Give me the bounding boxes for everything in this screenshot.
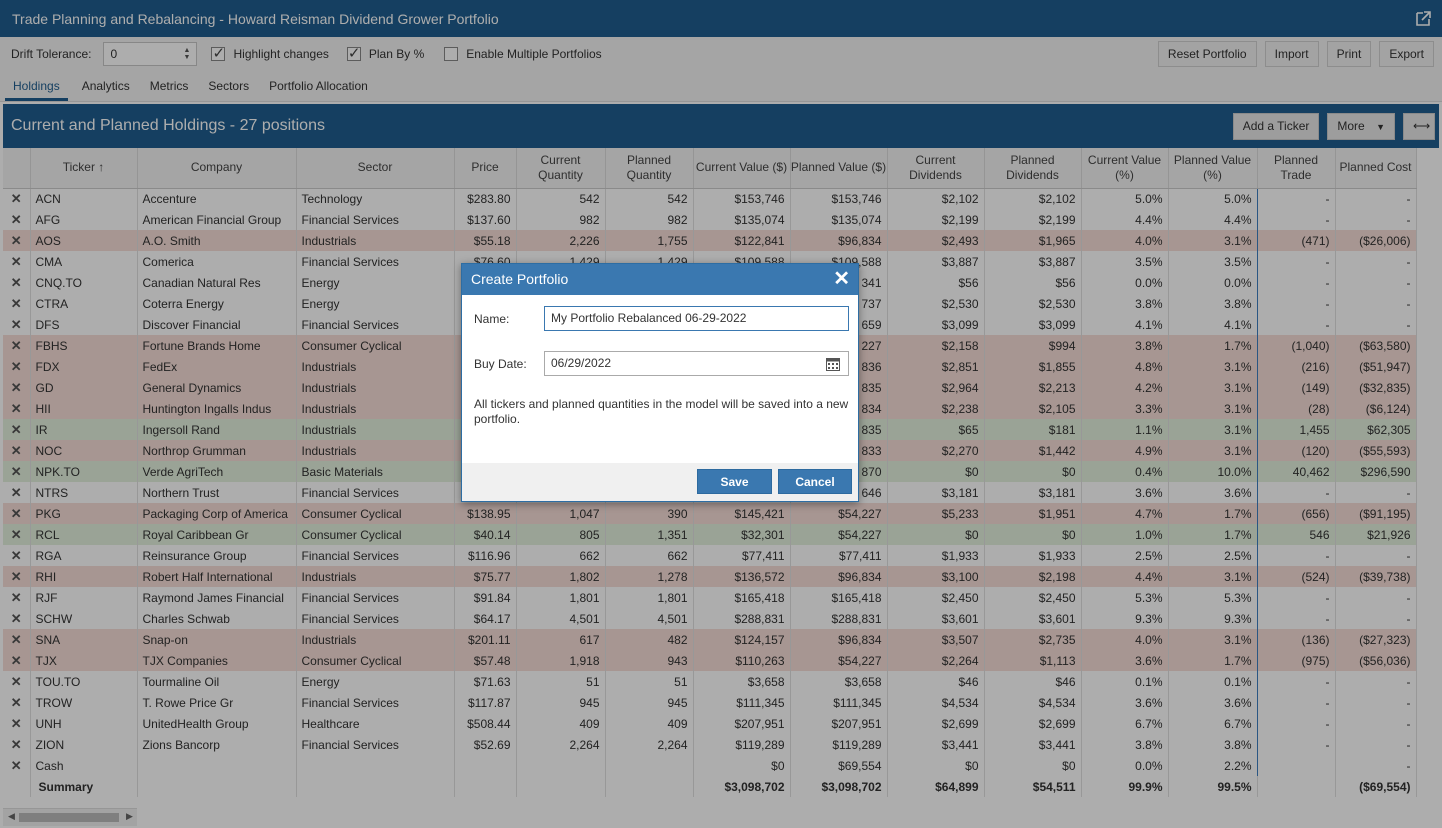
buy-date-row: Buy Date: 06/29/2022 [474,351,849,376]
create-portfolio-dialog: Create Portfolio ✕ Name: My Portfolio Re… [461,263,859,502]
portfolio-name-input[interactable]: My Portfolio Rebalanced 06-29-2022 [544,306,849,331]
buy-date-label: Buy Date: [474,356,527,371]
dialog-message: All tickers and planned quantities in th… [474,397,849,426]
save-button[interactable]: Save [697,469,772,494]
name-label: Name: [474,311,510,326]
buy-date-value: 06/29/2022 [551,356,612,370]
dialog-title: Create Portfolio [471,271,569,287]
name-row: Name: My Portfolio Rebalanced 06-29-2022 [474,306,849,331]
buy-date-input[interactable]: 06/29/2022 [544,351,849,376]
dialog-footer: Save Cancel [462,463,858,501]
cancel-button[interactable]: Cancel [778,469,852,494]
calendar-icon[interactable] [826,357,840,371]
dialog-header: Create Portfolio ✕ [462,264,858,295]
close-icon[interactable]: ✕ [833,264,850,295]
